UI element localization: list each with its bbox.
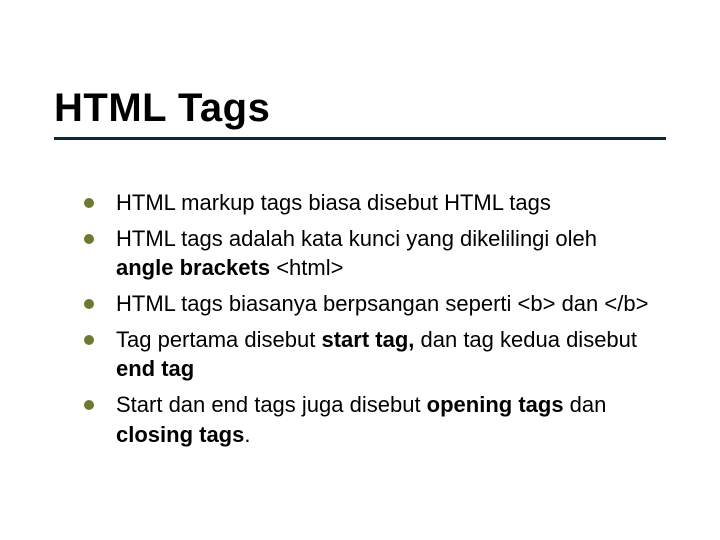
text-run: HTML markup tags biasa disebut HTML tags <box>116 190 551 215</box>
list-item: HTML tags adalah kata kunci yang dikelil… <box>84 224 660 283</box>
text-run: closing tags <box>116 422 244 447</box>
text-run: dan <box>564 392 607 417</box>
list-item: HTML tags biasanya berpsangan seperti <b… <box>84 289 660 319</box>
list-item: Start dan end tags juga disebut opening … <box>84 390 660 449</box>
slide: HTML Tags HTML markup tags biasa disebut… <box>0 0 720 540</box>
list-item: Tag pertama disebut start tag, dan tag k… <box>84 325 660 384</box>
text-run: opening tags <box>427 392 564 417</box>
text-run: angle brackets <box>116 255 270 280</box>
text-run: Start dan end tags juga disebut <box>116 392 427 417</box>
bullet-list: HTML markup tags biasa disebut HTML tags… <box>84 188 660 450</box>
text-run: end tag <box>116 356 194 381</box>
text-run: HTML tags adalah kata kunci yang dikelil… <box>116 226 597 251</box>
text-run: HTML tags biasanya berpsangan seperti <b… <box>116 291 648 316</box>
text-run: start tag, <box>321 327 414 352</box>
text-run: <html> <box>270 255 343 280</box>
title-area: HTML Tags <box>54 86 666 140</box>
list-item: HTML markup tags biasa disebut HTML tags <box>84 188 660 218</box>
title-underline <box>54 137 666 140</box>
slide-title: HTML Tags <box>54 86 666 131</box>
text-run: Tag pertama disebut <box>116 327 321 352</box>
text-run: . <box>244 422 250 447</box>
slide-body: HTML markup tags biasa disebut HTML tags… <box>84 188 660 456</box>
text-run: dan tag kedua disebut <box>414 327 637 352</box>
